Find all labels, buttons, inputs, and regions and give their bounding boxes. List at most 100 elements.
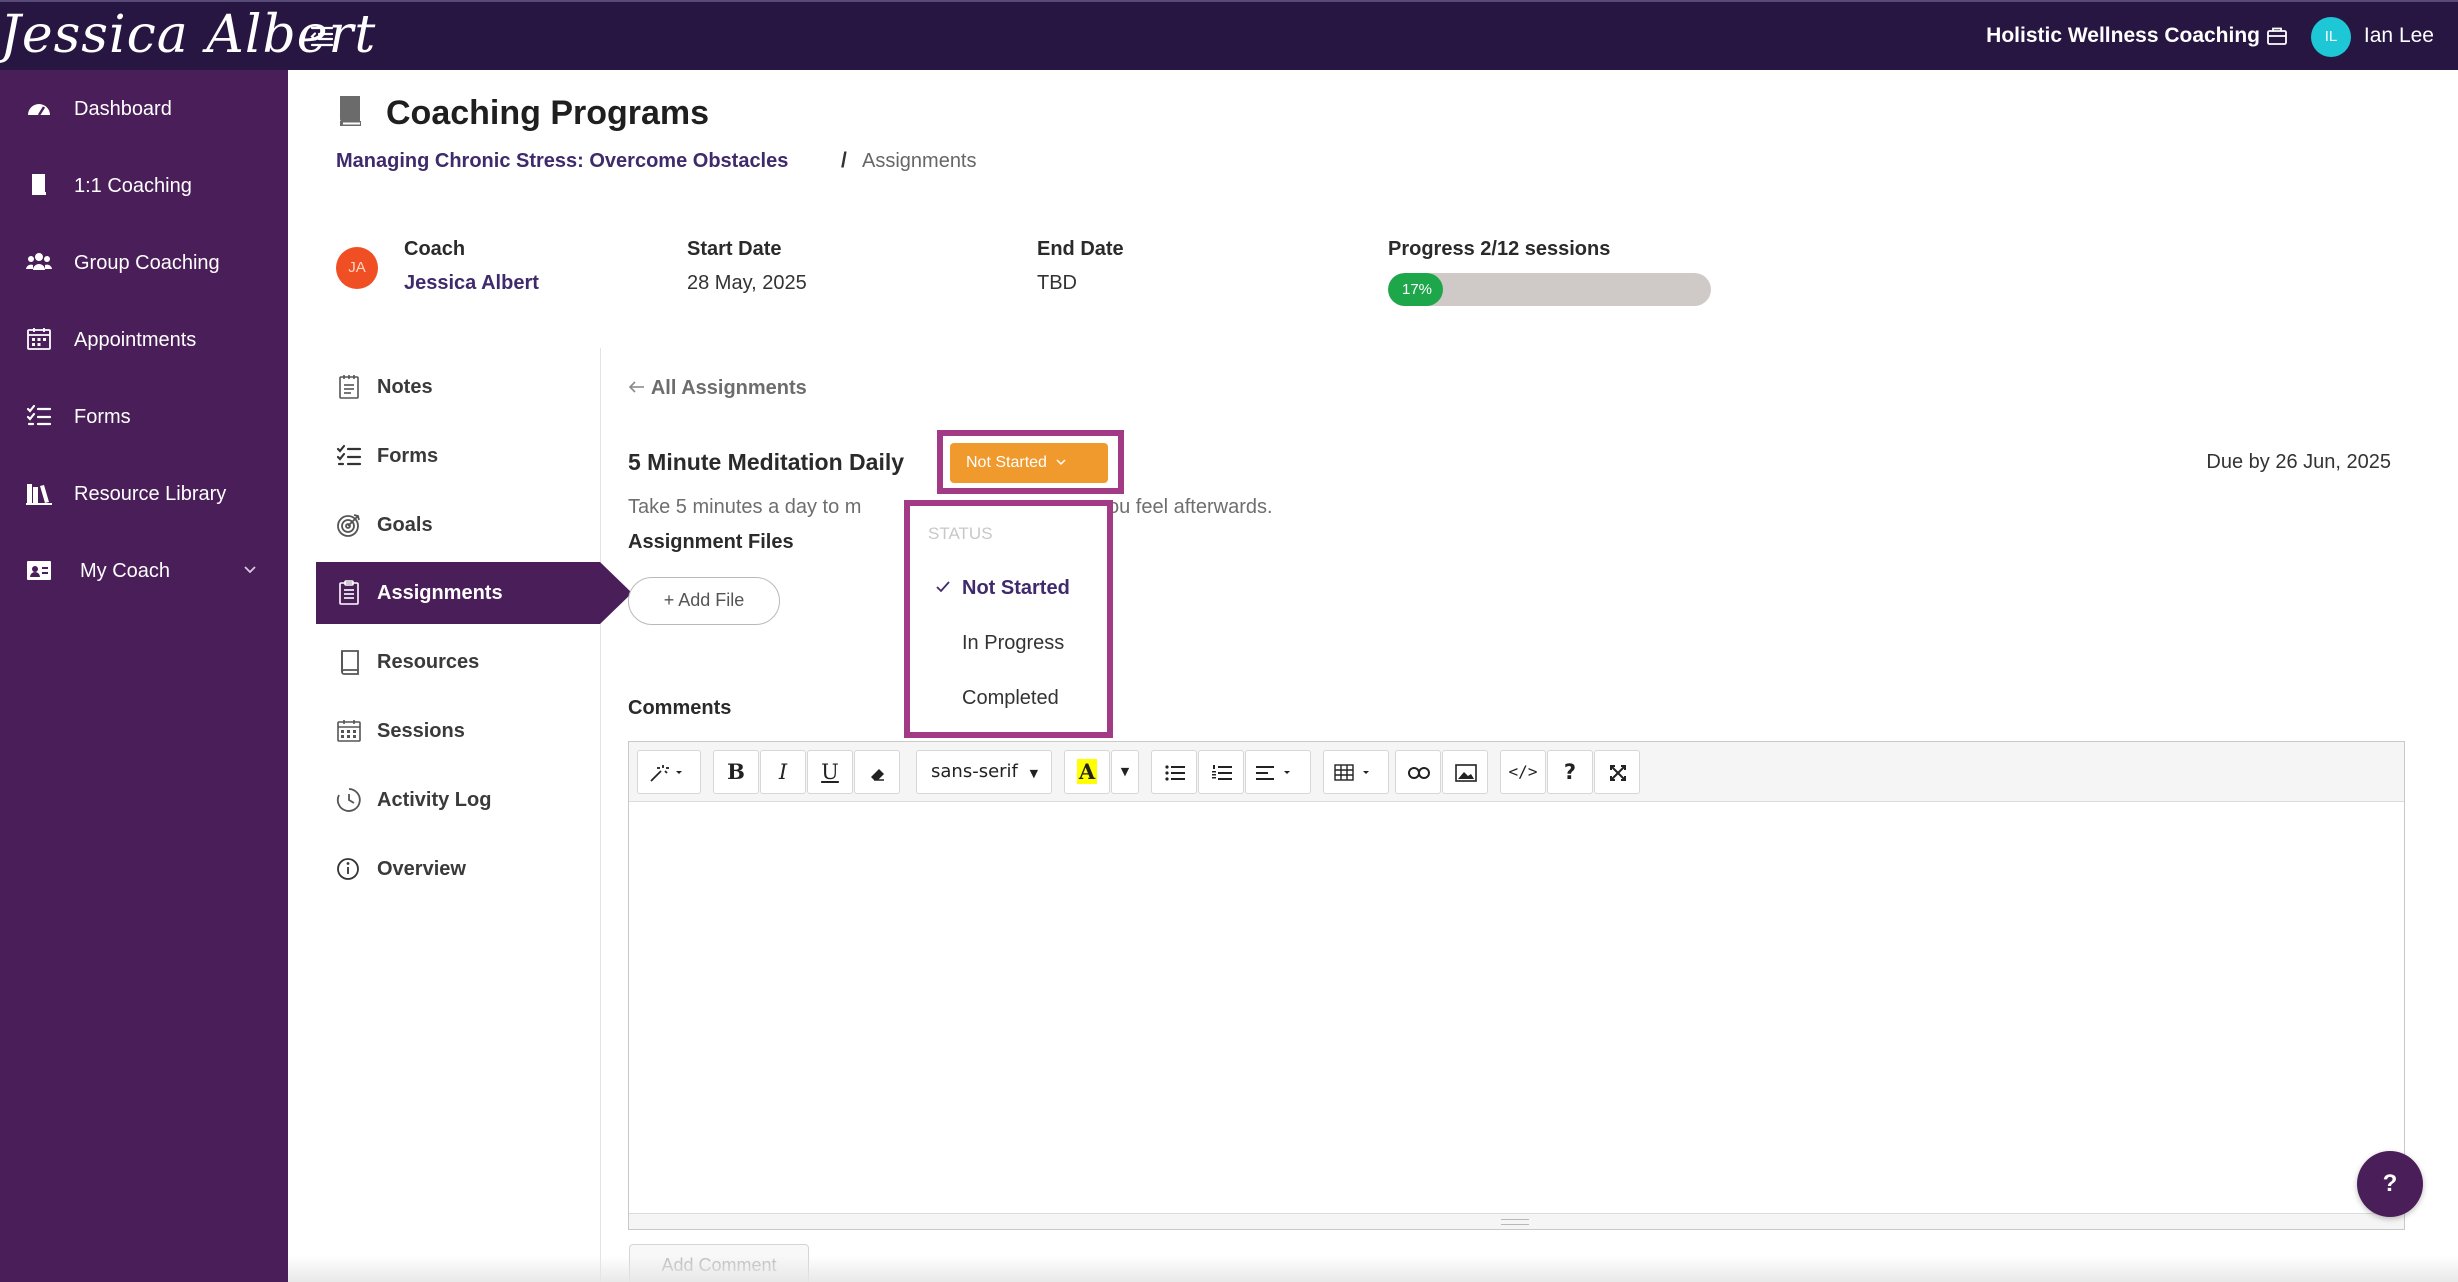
status-option-completed[interactable]: Completed (912, 673, 1104, 723)
subnav-item-label: Forms (377, 445, 439, 467)
book-icon (336, 94, 364, 128)
image-icon[interactable] (1442, 750, 1488, 794)
breadcrumb-current: Assignments (862, 150, 977, 172)
breadcrumb-program-link[interactable]: Managing Chronic Stress: Overcome Obstac… (336, 150, 788, 173)
editor-resize-handle[interactable] (629, 1213, 2404, 1229)
sidebar-item-1-1-coaching[interactable]: 1:1 Coaching (0, 156, 288, 216)
paragraph-align-icon[interactable] (1245, 750, 1311, 794)
bullet-list-icon[interactable] (1151, 750, 1197, 794)
user-avatar[interactable]: IL (2311, 17, 2351, 57)
add-file-label: Add File (678, 590, 745, 610)
comments-label: Comments (628, 697, 732, 719)
assignment-description-end: ou feel afterwards. (1108, 496, 1273, 518)
menu-toggle-icon[interactable] (310, 24, 336, 48)
chevron-down-icon (1051, 454, 1067, 471)
help-button[interactable]: ? (1547, 750, 1593, 794)
coach-name-link[interactable]: Jessica Albert (404, 272, 539, 295)
editor-toolbar: B I U sans-serif ▼ A ▼ </> ? (629, 742, 2404, 802)
check-icon (934, 579, 952, 595)
top-bar: Jessica Albert Holistic Wellness Coachin… (0, 0, 2458, 70)
status-option-label: Completed (962, 687, 1059, 709)
sidebar-item-resource-library[interactable]: Resource Library (0, 464, 288, 524)
coach-avatar: JA (336, 247, 378, 289)
status-option-in-progress[interactable]: In Progress (912, 618, 1104, 668)
progress-bar: 17% (1388, 273, 1711, 306)
calendar-icon (25, 326, 53, 352)
subnav-item-activity-log[interactable]: Activity Log (316, 769, 600, 831)
status-option-not-started[interactable]: Not Started (912, 563, 1104, 613)
sidebar-item-label: Resource Library (74, 483, 227, 505)
subnav-item-sessions[interactable]: Sessions (316, 700, 600, 762)
comment-editor: B I U sans-serif ▼ A ▼ </> ? (628, 741, 2405, 1230)
sidebar-item-dashboard[interactable]: Dashboard (0, 79, 288, 139)
sidebar-item-appointments[interactable]: Appointments (0, 310, 288, 370)
due-date: Due by 26 Jun, 2025 (2206, 451, 2391, 473)
coach-label: Coach (404, 238, 466, 260)
sidebar-item-label: My Coach (80, 560, 171, 582)
help-chat-button[interactable]: ? (2357, 1151, 2423, 1217)
plus-icon: + (663, 590, 675, 610)
sidebar-item-label: Dashboard (74, 98, 172, 120)
sidebar-item-label: Appointments (74, 329, 197, 351)
start-date-value: 28 May, 2025 (687, 272, 807, 294)
subnav-item-assignments[interactable]: Assignments (316, 562, 632, 624)
user-name[interactable]: Ian Lee (2364, 24, 2434, 48)
sidebar-item-group-coaching[interactable]: Group Coaching (0, 233, 288, 293)
scroll-fade (288, 1256, 2458, 1282)
eraser-icon[interactable] (854, 750, 900, 794)
subnav-item-label: Resources (377, 651, 480, 673)
underline-button[interactable]: U (807, 750, 853, 794)
status-dropdown-button[interactable]: Not Started (950, 443, 1108, 483)
magic-wand-icon[interactable] (637, 750, 701, 794)
sidebar-item-label: 1:1 Coaching (74, 175, 192, 197)
assignment-files-label: Assignment Files (628, 531, 794, 553)
company-name[interactable]: Holistic Wellness Coaching (1986, 24, 2260, 48)
dashboard-gauge-icon (25, 95, 53, 121)
switch-company-icon[interactable] (2266, 26, 2288, 46)
fullscreen-icon[interactable] (1594, 750, 1640, 794)
arrow-left-icon (628, 377, 646, 399)
subnav-item-label: Sessions (377, 720, 465, 742)
font-family-select[interactable]: sans-serif ▼ (916, 750, 1052, 794)
italic-button[interactable]: I (760, 750, 806, 794)
highlight-color-button[interactable]: A (1064, 750, 1110, 794)
subnav-item-label: Activity Log (377, 789, 492, 811)
status-option-label: Not Started (962, 577, 1070, 599)
chevron-down-icon[interactable] (242, 561, 258, 577)
subnav-divider (600, 348, 601, 1282)
sidebar-item-label: Group Coaching (74, 252, 220, 274)
coach-card-icon (25, 557, 53, 583)
numbered-list-icon[interactable] (1198, 750, 1244, 794)
comment-text-area[interactable] (629, 802, 2404, 1214)
subnav-item-overview[interactable]: Overview (316, 838, 600, 900)
bold-button[interactable]: B (713, 750, 759, 794)
subnav-item-resources[interactable]: Resources (316, 631, 600, 693)
info-circle-icon (336, 856, 362, 882)
add-file-button[interactable]: + Add File (628, 577, 780, 625)
progress-fill: 17% (1388, 273, 1443, 306)
link-icon[interactable] (1395, 750, 1441, 794)
clipboard-icon (336, 580, 362, 606)
sidebar-item-forms[interactable]: Forms (0, 387, 288, 447)
table-icon[interactable] (1323, 750, 1389, 794)
add-comment-button[interactable]: Add Comment (629, 1244, 809, 1282)
subnav-item-goals[interactable]: Goals (316, 494, 600, 556)
sidebar-item-label: Forms (74, 406, 131, 428)
main-sidebar: Dashboard 1:1 Coaching Group Coaching Ap… (0, 70, 288, 1282)
all-assignments-link[interactable]: All Assignments (628, 377, 807, 400)
status-dropdown-header: STATUS (928, 524, 993, 543)
subnav-item-label: Goals (377, 514, 433, 536)
color-picker-caret-icon[interactable]: ▼ (1111, 750, 1139, 794)
subnav-item-forms[interactable]: Forms (316, 425, 600, 487)
status-option-label: In Progress (962, 632, 1065, 654)
all-assignments-label: All Assignments (650, 377, 807, 399)
calendar-grid-icon (336, 718, 362, 744)
code-view-button[interactable]: </> (1500, 750, 1546, 794)
checklist-icon (25, 403, 53, 429)
font-family-value: sans-serif (931, 761, 1018, 782)
subnav-item-notes[interactable]: Notes (316, 356, 600, 418)
sidebar-item-my-coach[interactable]: My Coach (0, 541, 288, 601)
assignment-description: Take 5 minutes a day to m (628, 496, 862, 518)
caret-down-icon: ▼ (1029, 767, 1039, 780)
target-icon (336, 512, 362, 538)
